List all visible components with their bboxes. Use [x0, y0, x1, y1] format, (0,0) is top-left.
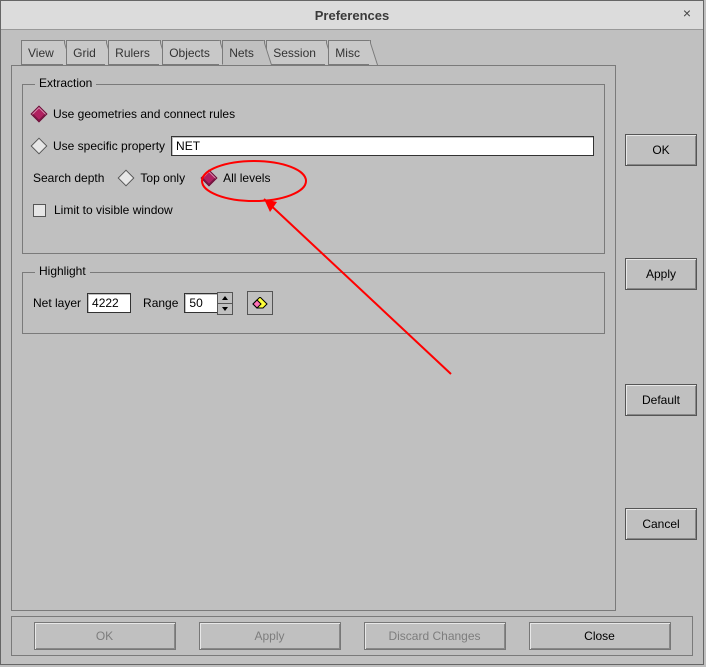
eraser-icon	[252, 297, 268, 309]
radio-top-only[interactable]	[118, 170, 135, 187]
window-close-button[interactable]: ×	[679, 6, 695, 22]
tab-row: View Grid Rulers Objects Nets Session	[21, 39, 616, 65]
range-input[interactable]	[184, 293, 218, 313]
radio-use-geometries[interactable]	[31, 106, 48, 123]
bottom-ok-button: OK	[34, 622, 176, 650]
tab-rulers[interactable]: Rulers	[108, 40, 161, 65]
button-label: Default	[642, 393, 680, 407]
tab-label: View	[28, 46, 54, 60]
cancel-button[interactable]: Cancel	[625, 508, 697, 540]
radio-all-levels[interactable]	[201, 170, 218, 187]
button-label: Apply	[646, 267, 676, 281]
checkbox-label: Limit to visible window	[54, 203, 173, 217]
group-highlight: Highlight Net layer Range	[22, 272, 605, 334]
titlebar: Preferences ×	[1, 1, 703, 30]
radio-label: All levels	[223, 171, 270, 185]
range-step-down[interactable]	[217, 304, 233, 315]
default-button[interactable]: Default	[625, 384, 697, 416]
range-spinner	[217, 292, 233, 315]
tab-panel: Extraction Use geometries and connect ru…	[11, 65, 616, 611]
range-label: Range	[143, 296, 178, 310]
radio-label: Use specific property	[53, 139, 165, 153]
tab-objects[interactable]: Objects	[162, 40, 221, 65]
property-input[interactable]	[171, 136, 594, 156]
button-label: OK	[96, 629, 113, 643]
ok-button[interactable]: OK	[625, 134, 697, 166]
tab-label: Misc	[335, 46, 360, 60]
checkbox-limit-visible[interactable]	[33, 204, 46, 217]
netlayer-input[interactable]	[87, 293, 131, 313]
tab-view[interactable]: View	[21, 40, 65, 65]
search-depth-label: Search depth	[33, 171, 104, 185]
group-extraction: Extraction Use geometries and connect ru…	[22, 84, 605, 254]
tab-label: Session	[273, 46, 316, 60]
main-area: View Grid Rulers Objects Nets Session	[11, 39, 616, 614]
eraser-button[interactable]	[247, 291, 273, 315]
client-area: View Grid Rulers Objects Nets Session	[1, 29, 703, 664]
tab-nets[interactable]: Nets	[222, 40, 265, 65]
button-label: Close	[584, 629, 615, 643]
tab-grid[interactable]: Grid	[66, 40, 107, 65]
range-step-up[interactable]	[217, 292, 233, 304]
bottom-apply-button: Apply	[199, 622, 341, 650]
tab-session[interactable]: Session	[266, 40, 327, 65]
side-button-area: OK Apply Default Cancel	[625, 39, 695, 614]
tab-label: Objects	[169, 46, 210, 60]
button-label: OK	[652, 143, 669, 157]
button-label: Cancel	[642, 517, 679, 531]
chevron-up-icon	[222, 296, 228, 300]
tab-label: Grid	[73, 46, 96, 60]
bottom-discard-button: Discard Changes	[364, 622, 506, 650]
radio-use-property[interactable]	[31, 138, 48, 155]
window-title: Preferences	[315, 8, 389, 23]
tab-label: Nets	[229, 46, 254, 60]
group-legend: Highlight	[35, 264, 90, 278]
tab-misc[interactable]: Misc	[328, 40, 371, 65]
radio-label: Use geometries and connect rules	[53, 107, 235, 121]
group-legend: Extraction	[35, 76, 96, 90]
bottom-close-button[interactable]: Close	[529, 622, 671, 650]
chevron-down-icon	[222, 307, 228, 311]
apply-button[interactable]: Apply	[625, 258, 697, 290]
netlayer-label: Net layer	[33, 296, 81, 310]
button-label: Apply	[254, 629, 284, 643]
window: Preferences × View Grid Rulers Objects	[0, 0, 704, 665]
bottom-bar: OK Apply Discard Changes Close	[11, 616, 693, 656]
button-label: Discard Changes	[388, 629, 480, 643]
tab-label: Rulers	[115, 46, 150, 60]
radio-label: Top only	[140, 171, 185, 185]
